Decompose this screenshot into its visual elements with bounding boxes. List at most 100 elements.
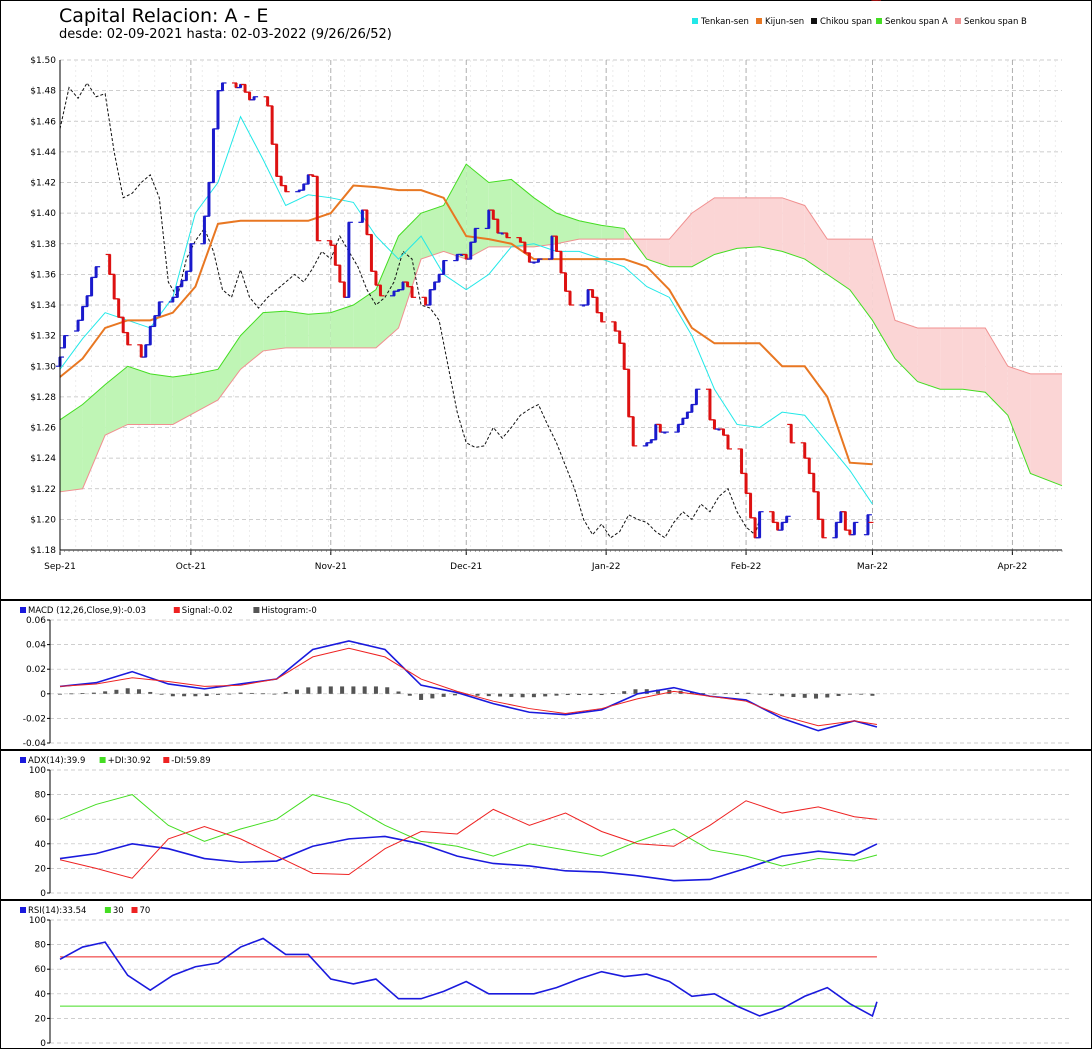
macd-histogram-bar	[58, 693, 62, 695]
candle-down	[279, 176, 283, 186]
candle-down	[139, 344, 143, 358]
candle-down	[559, 251, 563, 273]
candle-up	[94, 266, 98, 278]
candle-down	[771, 511, 775, 523]
candle-down	[518, 237, 522, 243]
candle-down	[464, 254, 468, 260]
rsi-ytick-label: 20	[35, 1014, 47, 1024]
cloud-bullish-segment	[308, 312, 331, 348]
rsi-panel: 0 20 40 60 80 100RSI(14):33.54 30 70	[20, 906, 1072, 1049]
candle-down	[595, 297, 599, 313]
macd-histogram-bar	[859, 693, 864, 695]
candle-up	[433, 282, 437, 290]
legend-senkou-span-b-label: Senkou span B	[964, 17, 1027, 27]
candle-up	[839, 511, 843, 523]
cloud-bullish-segment	[263, 311, 286, 351]
candle-up	[175, 286, 179, 298]
candle-down	[753, 517, 757, 538]
candle-down	[744, 473, 748, 494]
macd-histogram-bar	[294, 689, 299, 694]
macd-histogram-bar	[407, 693, 412, 696]
candle-up	[428, 289, 432, 305]
candle-up	[654, 424, 658, 440]
macd-histogram-bar	[170, 693, 175, 697]
macd-panel: -0.04 -0.02 0 0.02 0.04 0.06MACD (12,26,Close…	[20, 606, 1072, 749]
adx-ytick-label: 60	[35, 815, 47, 825]
candle-down	[234, 82, 238, 88]
macd-histogram-bar	[757, 693, 762, 695]
cloud-bearish-segment	[804, 205, 828, 275]
candle-down	[329, 240, 333, 246]
candle-down	[554, 236, 558, 252]
price-ytick-label: $1.28	[30, 393, 56, 403]
candle-down	[126, 332, 130, 345]
price-ytick-label: $1.36	[30, 270, 56, 280]
month-tick-label: Mar-22	[857, 562, 888, 572]
chart-canvas: Capital Relacion: A - E desde: 02-09-202…	[0, 0, 1092, 1049]
cloud-bearish-segment	[917, 327, 941, 390]
macd-legend-histogram-swatch	[253, 607, 260, 613]
candle-up	[220, 82, 224, 91]
macd-legend-macd-swatch	[20, 607, 26, 613]
macd-histogram-bar	[261, 693, 266, 695]
rsi-legend-30-label: 30	[113, 906, 124, 916]
candle-up	[302, 184, 306, 191]
cloud-bullish-segment	[82, 384, 106, 489]
candle-up	[586, 289, 590, 305]
candle-down	[708, 389, 712, 420]
cloud-bullish-segment	[150, 373, 173, 425]
candle-up	[455, 254, 459, 261]
candle-up	[189, 243, 193, 272]
rsi-ytick-label: 80	[35, 941, 47, 951]
month-tick-label: Sep-21	[44, 562, 76, 572]
macd-histogram-bar	[723, 693, 728, 695]
macd-histogram-bar	[249, 692, 254, 694]
cloud-bearish-segment	[985, 327, 1008, 416]
macd-histogram-bar	[227, 693, 232, 695]
macd-histogram-bar	[430, 693, 435, 699]
candle-down	[284, 185, 288, 192]
cloud-bullish-segment	[443, 164, 467, 260]
adx-legend-plus-di-label: +DI:30.92	[108, 756, 151, 766]
macd-ytick-label: 0	[40, 690, 46, 700]
candle-down	[812, 473, 816, 492]
chikou-span-line	[59, 82, 761, 539]
candle-up	[437, 274, 441, 283]
price-ytick-label: $1.34	[30, 301, 56, 311]
legend-tenkan-sen-label: Tenkan-sen	[700, 17, 749, 27]
candle-down	[613, 321, 617, 332]
macd-histogram-bar	[182, 693, 187, 697]
legend-tenkan-sen-swatch	[692, 18, 698, 24]
macd-histogram-bar	[802, 693, 807, 698]
adx-legend-adx-label: ADX(14):39.9	[28, 756, 85, 766]
macd-histogram-bar	[215, 693, 220, 695]
macd-histogram-bar	[306, 687, 311, 694]
month-tick-label: Oct-21	[176, 562, 206, 572]
macd-histogram-bar	[396, 691, 401, 694]
candle-up	[153, 315, 157, 327]
macd-histogram-bar	[419, 693, 424, 700]
candle-up	[780, 522, 784, 531]
macd-histogram-bar	[825, 693, 830, 698]
candle-down	[270, 105, 274, 145]
candle-up	[184, 271, 188, 281]
rsi-legend-rsi-swatch	[20, 907, 26, 913]
candle-down	[424, 297, 428, 305]
legend-senkou-span-a-swatch	[876, 18, 882, 24]
rsi-legend-rsi-label: RSI(14):33.54	[28, 906, 86, 916]
macd-histogram-bar	[554, 693, 559, 696]
candle-up	[401, 282, 405, 290]
legend-chikou-span-label: Chikou span	[820, 17, 872, 27]
macd-histogram-bar	[870, 693, 875, 696]
candle-down	[527, 252, 531, 263]
adx-legend-minus-di-swatch	[163, 757, 170, 763]
macd-histogram-bar	[475, 693, 480, 696]
candle-up	[144, 344, 148, 358]
month-tick-label: Nov-21	[315, 562, 347, 572]
month-tick-label: Dec-21	[450, 562, 482, 572]
month-tick-label: Jan-22	[591, 562, 621, 572]
macd-histogram-bar	[69, 693, 74, 695]
macd-macd-line	[59, 640, 878, 732]
macd-histogram-bar	[622, 691, 627, 694]
adx-legend-plus-di-swatch	[99, 757, 106, 763]
